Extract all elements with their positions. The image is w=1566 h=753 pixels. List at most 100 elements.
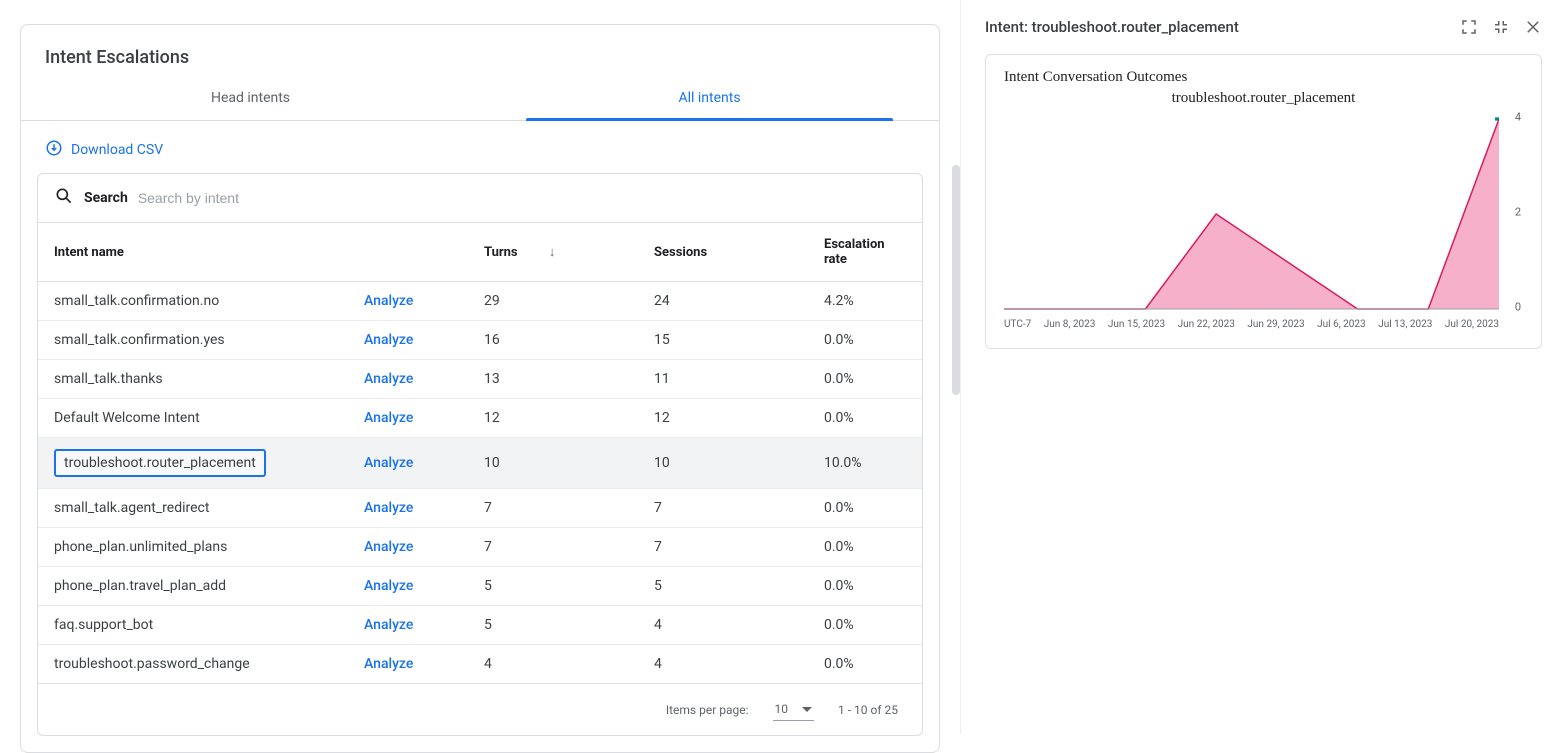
intent-name: Default Welcome Intent <box>54 410 200 426</box>
table-row[interactable]: small_talk.thanks Analyze 13110.0% <box>38 360 922 399</box>
cell-sessions: 24 <box>638 282 808 321</box>
table-container: Search Intent name Turns ↓ Sessions E <box>37 173 923 736</box>
download-csv-button[interactable]: Download CSV <box>21 121 939 173</box>
col-sessions[interactable]: Sessions <box>638 223 808 282</box>
chart-ytick: 2 <box>1515 206 1521 219</box>
cell-sessions: 10 <box>638 438 808 489</box>
chart-ytick: 0 <box>1515 301 1521 314</box>
analyze-link[interactable]: Analyze <box>364 455 413 471</box>
tab-all-intents[interactable]: All intents <box>480 78 939 120</box>
table-row[interactable]: troubleshoot.password_changeAnalyze440.0… <box>38 645 922 684</box>
table-row[interactable]: troubleshoot.router_placementAnalyze1010… <box>38 438 922 489</box>
cell-rate: 0.0% <box>808 567 922 606</box>
chart-xtick: Jun 22, 2023 <box>1178 319 1235 330</box>
cell-rate: 0.0% <box>808 399 922 438</box>
intent-name: small_talk.thanks <box>54 371 163 387</box>
chart-xtick: Jul 13, 2023 <box>1378 319 1432 330</box>
cell-turns: 4 <box>468 645 638 684</box>
analyze-link[interactable]: Analyze <box>364 656 413 672</box>
cell-rate: 0.0% <box>808 645 922 684</box>
cell-turns: 29 <box>468 282 638 321</box>
tab-head-intents[interactable]: Head intents <box>21 78 480 120</box>
table-row[interactable]: Default Welcome IntentAnalyze12120.0% <box>38 399 922 438</box>
chart-x-axis: UTC-7 Jun 8, 2023 Jun 15, 2023 Jun 22, 2023… <box>1004 319 1499 330</box>
table-row[interactable]: small_talk.agent_redirectAnalyze770.0% <box>38 489 922 528</box>
detail-panel: Intent: troubleshoot.router_placement In… <box>960 0 1566 734</box>
download-icon <box>45 139 63 161</box>
cell-rate: 0.0% <box>808 321 922 360</box>
cell-sessions: 4 <box>638 645 808 684</box>
page-size-select[interactable]: 10 <box>773 698 815 721</box>
items-per-page-label: Items per page: <box>666 703 749 717</box>
chart-plot-area: 024 <box>1004 113 1499 313</box>
cell-rate: 0.0% <box>808 360 922 399</box>
cell-turns: 7 <box>468 489 638 528</box>
pagination-range: 1 - 10 of 25 <box>838 703 898 717</box>
intent-name: small_talk.agent_redirect <box>54 500 209 516</box>
table-footer: Items per page: 10 1 - 10 of 25 <box>38 683 922 735</box>
download-csv-label: Download CSV <box>71 142 163 158</box>
col-intent-name[interactable]: Intent name <box>38 223 468 282</box>
search-icon <box>54 186 74 210</box>
chart-xtick: Jul 20, 2023 <box>1445 319 1499 330</box>
cell-rate: 0.0% <box>808 528 922 567</box>
intent-name: troubleshoot.router_placement <box>54 449 266 477</box>
chart-section-title: Intent Conversation Outcomes <box>1004 69 1529 86</box>
fullscreen-icon[interactable] <box>1460 18 1478 36</box>
cell-sessions: 7 <box>638 528 808 567</box>
col-turns[interactable]: Turns ↓ <box>468 223 638 282</box>
search-input[interactable] <box>138 190 906 206</box>
intent-name: troubleshoot.password_change <box>54 656 250 672</box>
chart-card: Intent Conversation Outcomes troubleshoo… <box>985 54 1542 349</box>
intent-escalations-card: Intent Escalations Head intents All inte… <box>20 24 940 753</box>
analyze-link[interactable]: Analyze <box>364 332 413 348</box>
cell-turns: 16 <box>468 321 638 360</box>
analyze-link[interactable]: Analyze <box>364 539 413 555</box>
scrollbar-thumb[interactable] <box>952 165 960 395</box>
cell-turns: 13 <box>468 360 638 399</box>
cell-turns: 5 <box>468 606 638 645</box>
cell-turns: 10 <box>468 438 638 489</box>
analyze-link[interactable]: Analyze <box>364 371 413 387</box>
analyze-link[interactable]: Analyze <box>364 500 413 516</box>
cell-sessions: 11 <box>638 360 808 399</box>
page-size-value: 10 <box>775 702 789 716</box>
intent-name: small_talk.confirmation.no <box>54 293 219 309</box>
chart-xtick: Jun 15, 2023 <box>1108 319 1165 330</box>
analyze-link[interactable]: Analyze <box>364 293 413 309</box>
table-row[interactable]: faq.support_bot Analyze 540.0% <box>38 606 922 645</box>
cell-rate: 0.0% <box>808 606 922 645</box>
cell-sessions: 5 <box>638 567 808 606</box>
close-icon[interactable] <box>1524 18 1542 36</box>
intent-name: faq.support_bot <box>54 617 153 633</box>
table-row[interactable]: small_talk.confirmation.yes Analyze 16150.… <box>38 321 922 360</box>
table-row[interactable]: small_talk.confirmation.noAnalyze29244.2… <box>38 282 922 321</box>
table-row[interactable]: phone_plan.unlimited_plansAnalyze770.0% <box>38 528 922 567</box>
cell-sessions: 15 <box>638 321 808 360</box>
card-title: Intent Escalations <box>21 25 939 78</box>
cell-rate: 10.0% <box>808 438 922 489</box>
exit-fullscreen-icon[interactable] <box>1492 18 1510 36</box>
col-escalation-rate[interactable]: Escalation rate <box>808 223 922 282</box>
panel-title: Intent: troubleshoot.router_placement <box>985 18 1239 36</box>
analyze-link[interactable]: Analyze <box>364 410 413 426</box>
cell-rate: 0.0% <box>808 489 922 528</box>
chart-ytick: 4 <box>1515 111 1521 124</box>
analyze-link[interactable]: Analyze <box>364 578 413 594</box>
chart-timezone: UTC-7 <box>1004 319 1031 330</box>
cell-sessions: 4 <box>638 606 808 645</box>
intent-name: small_talk.confirmation.yes <box>54 332 225 348</box>
chart-xtick: Jun 29, 2023 <box>1247 319 1304 330</box>
table-row[interactable]: phone_plan.travel_plan_addAnalyze550.0% <box>38 567 922 606</box>
cell-sessions: 12 <box>638 399 808 438</box>
cell-sessions: 7 <box>638 489 808 528</box>
search-label: Search <box>84 190 128 206</box>
analyze-link[interactable]: Analyze <box>364 617 413 633</box>
intents-table: Intent name Turns ↓ Sessions Escalation … <box>38 223 922 683</box>
chart-xtick: Jul 6, 2023 <box>1317 319 1366 330</box>
chevron-down-icon <box>802 707 812 712</box>
chart-title: troubleshoot.router_placement <box>998 90 1529 107</box>
chart-xtick: Jun 8, 2023 <box>1044 319 1096 330</box>
cell-turns: 7 <box>468 528 638 567</box>
cell-turns: 5 <box>468 567 638 606</box>
